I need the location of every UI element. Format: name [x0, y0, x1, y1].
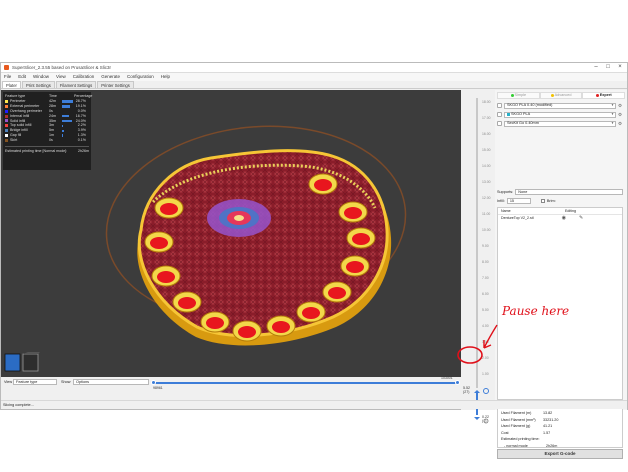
annotation-arrow [483, 324, 498, 349]
annotation-circle [457, 346, 483, 364]
handwritten-annotation: Pause here [457, 304, 569, 364]
annotation-text: Pause here [501, 304, 569, 318]
